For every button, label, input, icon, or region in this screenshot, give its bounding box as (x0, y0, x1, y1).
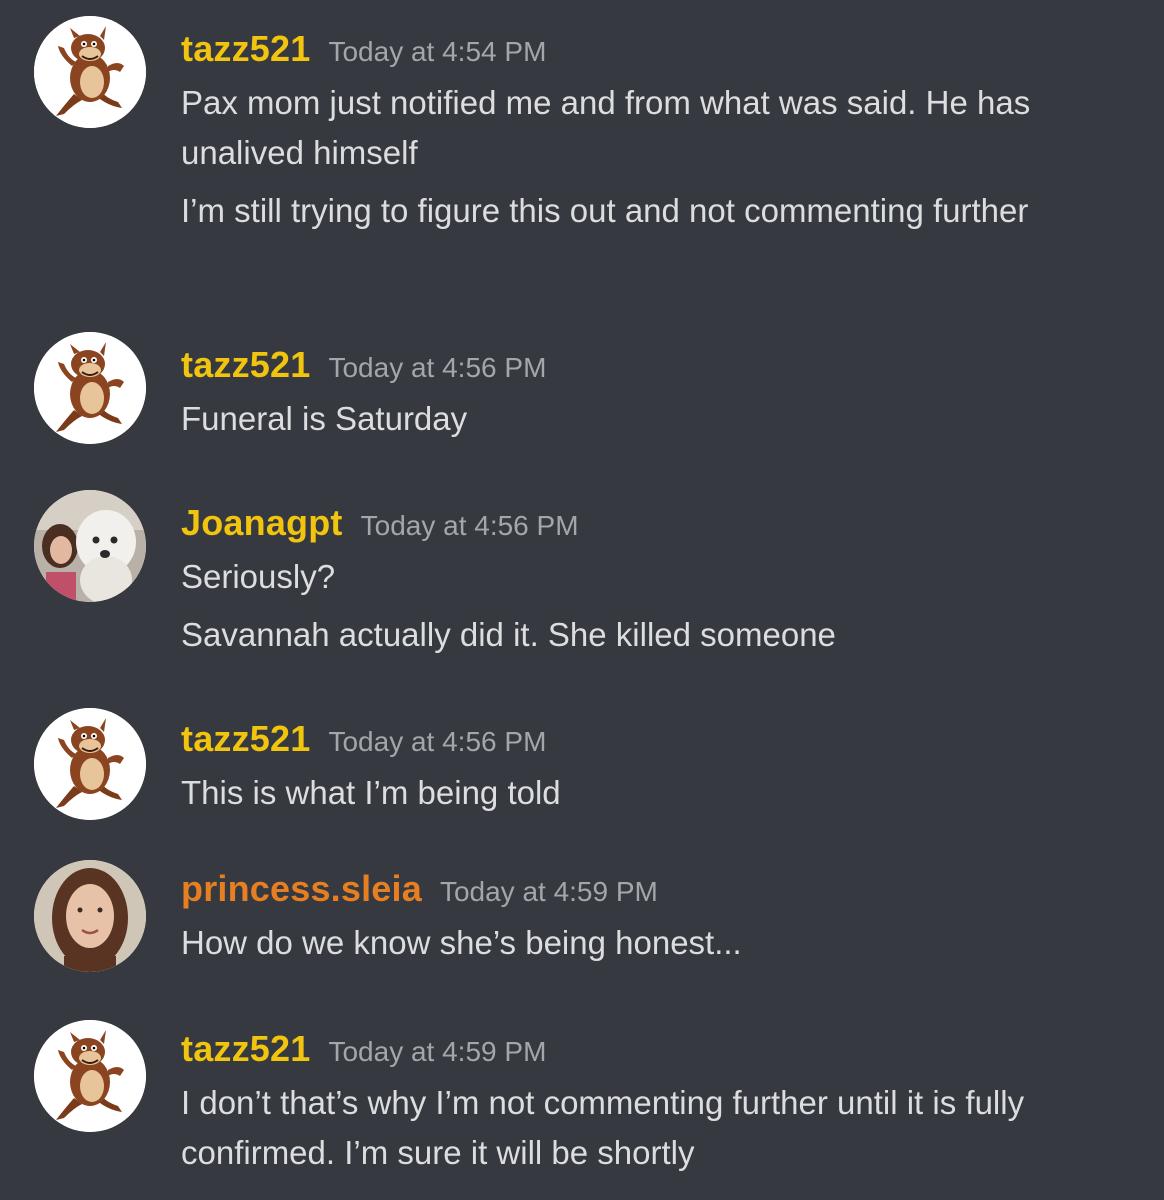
message-text: This is what I’m being told (181, 774, 561, 811)
message-content: This is what I’m being told (181, 768, 1111, 818)
username[interactable]: tazz521 (181, 718, 310, 759)
woman-portrait-avatar[interactable] (34, 860, 146, 972)
message-content: Pax mom just notified me and from what w… (181, 78, 1111, 236)
message-header: tazz521 Today at 4:56 PM (181, 344, 546, 394)
message-group: princess.sleia Today at 4:59 PM How do we… (0, 860, 1164, 980)
message-text: Pax mom just notified me and from what w… (181, 84, 1031, 171)
message-content: Funeral is Saturday (181, 394, 1111, 444)
timestamp: Today at 4:59 PM (439, 876, 658, 907)
timestamp: Today at 4:54 PM (328, 36, 547, 67)
message-content: I don’t that’s why I’m not commenting fu… (181, 1078, 1111, 1178)
username[interactable]: tazz521 (181, 344, 310, 385)
timestamp: Today at 4:59 PM (328, 1036, 547, 1067)
tasmanian-devil-avatar[interactable] (34, 1020, 146, 1132)
message-header: tazz521 Today at 4:59 PM (181, 1028, 546, 1078)
message-content: How do we know she’s being honest... (181, 918, 1111, 968)
username[interactable]: tazz521 (181, 28, 310, 69)
woman-with-dog-avatar[interactable] (34, 490, 146, 602)
message-group: tazz521 Today at 4:54 PM Pax mom just not… (0, 16, 1164, 296)
timestamp: Today at 4:56 PM (328, 726, 547, 757)
message-group: Joanagpt Today at 4:56 PM Seriously? Sava… (0, 490, 1164, 670)
username[interactable]: Joanagpt (181, 502, 343, 543)
message-text: Funeral is Saturday (181, 400, 468, 437)
tasmanian-devil-avatar[interactable] (34, 708, 146, 820)
message-text: Seriously? (181, 558, 336, 595)
timestamp: Today at 4:56 PM (360, 510, 579, 541)
tasmanian-devil-avatar[interactable] (34, 16, 146, 128)
timestamp: Today at 4:56 PM (328, 352, 547, 383)
message-header: princess.sleia Today at 4:59 PM (181, 868, 658, 918)
username[interactable]: princess.sleia (181, 868, 422, 909)
message-text: Savannah actually did it. She killed som… (181, 616, 836, 653)
message-header: Joanagpt Today at 4:56 PM (181, 502, 579, 552)
message-group: tazz521 Today at 4:59 PM I don’t that’s w… (0, 1020, 1164, 1190)
message-text: I’m still trying to figure this out and … (181, 192, 1029, 229)
message-header: tazz521 Today at 4:54 PM (181, 28, 546, 78)
message-content: Seriously? Savannah actually did it. She… (181, 552, 1111, 660)
username[interactable]: tazz521 (181, 1028, 310, 1069)
message-group: tazz521 Today at 4:56 PM Funeral is Satur… (0, 332, 1164, 452)
chat-message-list: tazz521 Today at 4:54 PM Pax mom just not… (0, 0, 1164, 1200)
message-group: tazz521 Today at 4:56 PM This is what I’m… (0, 708, 1164, 828)
message-header: tazz521 Today at 4:56 PM (181, 718, 546, 768)
message-text: I don’t that’s why I’m not commenting fu… (181, 1084, 1025, 1171)
tasmanian-devil-avatar[interactable] (34, 332, 146, 444)
message-text: How do we know she’s being honest... (181, 924, 742, 961)
